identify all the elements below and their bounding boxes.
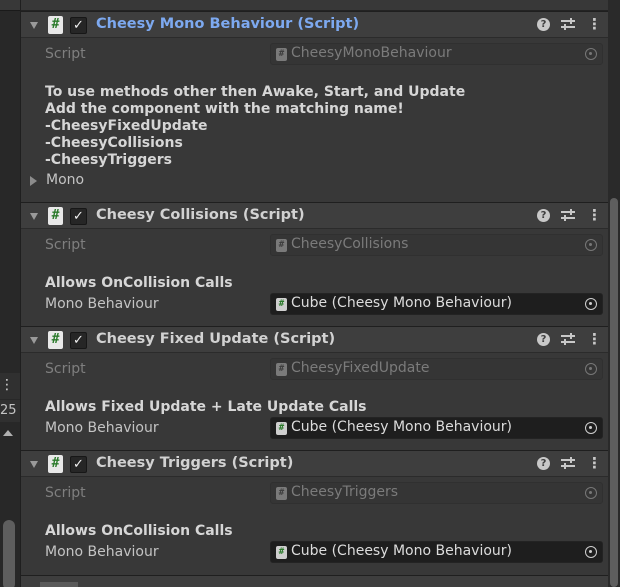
mono-behaviour-value: Cube (Cheesy Mono Behaviour) (291, 543, 512, 559)
previous-component-edge (21, 0, 609, 11)
script-value: CheesyTriggers (291, 484, 399, 500)
foldout-arrow-icon[interactable] (30, 176, 37, 186)
script-asset-icon: # (276, 546, 287, 559)
presets-icon[interactable] (561, 17, 575, 32)
mono-behaviour-field[interactable]: # Cube (Cheesy Mono Behaviour) (270, 541, 603, 563)
description-line: -CheesyFixedUpdate (45, 118, 208, 134)
fold-arrow-icon[interactable] (30, 337, 38, 344)
script-asset-icon: # (276, 422, 287, 435)
object-picker-icon[interactable] (585, 239, 597, 251)
script-asset-icon: # (276, 298, 287, 311)
script-value: CheesyMonoBehaviour (291, 45, 452, 61)
fold-arrow-icon[interactable] (30, 461, 38, 468)
script-label: Script (45, 237, 86, 253)
object-picker-icon[interactable] (585, 48, 597, 60)
script-asset-icon: # (276, 363, 287, 376)
gutter-number: 25 (0, 400, 20, 422)
gutter-menu-icon[interactable]: ⋮ (0, 373, 20, 399)
gutter-scrollbar-thumb[interactable] (3, 520, 15, 587)
script-asset-icon: # (276, 48, 287, 61)
kebab-menu-icon[interactable]: ⋮ (587, 454, 602, 473)
kebab-menu-icon[interactable]: ⋮ (587, 206, 602, 225)
mono-behaviour-label: Mono Behaviour (45, 544, 159, 560)
script-asset-icon: # (276, 239, 287, 252)
mono-behaviour-field[interactable]: # Cube (Cheesy Mono Behaviour) (270, 293, 603, 315)
component-title: Cheesy Collisions (Script) (96, 207, 305, 223)
object-picker-icon[interactable] (585, 298, 597, 310)
next-component-header-partial[interactable] (21, 575, 609, 587)
material-thumbnail (40, 582, 78, 587)
hash-icon: # (48, 16, 63, 34)
component-header-cheesy-fixed-update[interactable]: # ✓ Cheesy Fixed Update (Script) ? ⋮ (21, 326, 609, 353)
presets-icon[interactable] (561, 332, 575, 347)
hash-icon: # (48, 455, 63, 473)
enable-checkbox[interactable]: ✓ (70, 456, 87, 473)
fold-arrow-icon[interactable] (30, 22, 38, 29)
gutter-scroll-up-icon[interactable] (3, 430, 13, 436)
description-line: Allows OnCollision Calls (45, 523, 233, 539)
mono-behaviour-field[interactable]: # Cube (Cheesy Mono Behaviour) (270, 417, 603, 439)
component-title: Cheesy Fixed Update (Script) (96, 331, 336, 347)
component-header-cheesy-collisions[interactable]: # ✓ Cheesy Collisions (Script) ? ⋮ (21, 202, 609, 229)
object-picker-icon[interactable] (585, 363, 597, 375)
inspector-scrollbar[interactable] (608, 0, 620, 587)
script-field[interactable]: # CheesyCollisions (270, 234, 603, 256)
script-value: CheesyCollisions (291, 236, 409, 252)
object-picker-icon[interactable] (585, 546, 597, 558)
component-header-cheesy-mono-behaviour[interactable]: # ✓ Cheesy Mono Behaviour (Script) ? ⋮ (21, 11, 609, 38)
object-picker-icon[interactable] (585, 422, 597, 434)
component-title: Cheesy Triggers (Script) (96, 455, 294, 471)
kebab-menu-icon[interactable]: ⋮ (587, 15, 602, 34)
object-picker-icon[interactable] (585, 487, 597, 499)
inspector-panel: # ✓ Cheesy Mono Behaviour (Script) ? ⋮ S… (20, 0, 609, 587)
inspector-scrollbar-thumb[interactable] (610, 198, 618, 587)
enable-checkbox[interactable]: ✓ (70, 208, 87, 225)
help-icon[interactable]: ? (537, 18, 550, 31)
presets-icon[interactable] (561, 208, 575, 223)
description-line: -CheesyCollisions (45, 135, 183, 151)
script-asset-icon: # (276, 487, 287, 500)
enable-checkbox[interactable]: ✓ (70, 17, 87, 34)
description-line: Add the component with the matching name… (45, 101, 404, 117)
description-line: Allows OnCollision Calls (45, 275, 233, 291)
help-icon[interactable]: ? (537, 457, 550, 470)
component-header-cheesy-triggers[interactable]: # ✓ Cheesy Triggers (Script) ? ⋮ (21, 450, 609, 477)
script-field[interactable]: # CheesyFixedUpdate (270, 358, 603, 380)
help-icon[interactable]: ? (537, 209, 550, 222)
gutter-top-bar (0, 0, 20, 11)
script-field[interactable]: # CheesyTriggers (270, 482, 603, 504)
mono-behaviour-label: Mono Behaviour (45, 420, 159, 436)
fold-arrow-icon[interactable] (30, 213, 38, 220)
script-field[interactable]: # CheesyMonoBehaviour (270, 43, 603, 65)
foldout-label-mono[interactable]: Mono (46, 172, 84, 188)
enable-checkbox[interactable]: ✓ (70, 332, 87, 349)
mono-behaviour-label: Mono Behaviour (45, 296, 159, 312)
presets-icon[interactable] (561, 456, 575, 471)
left-panel-gutter: ⋮ 25 (0, 0, 20, 587)
script-label: Script (45, 361, 86, 377)
mono-behaviour-value: Cube (Cheesy Mono Behaviour) (291, 419, 512, 435)
hash-icon: # (48, 207, 63, 225)
hash-icon: # (48, 331, 63, 349)
kebab-menu-icon[interactable]: ⋮ (587, 330, 602, 349)
description-line: -CheesyTriggers (45, 152, 172, 168)
mono-behaviour-value: Cube (Cheesy Mono Behaviour) (291, 295, 512, 311)
description-line: Allows Fixed Update + Late Update Calls (45, 399, 367, 415)
script-value: CheesyFixedUpdate (291, 360, 430, 376)
component-title: Cheesy Mono Behaviour (Script) (96, 16, 360, 32)
help-icon[interactable]: ? (537, 333, 550, 346)
script-label: Script (45, 46, 86, 62)
description-line: To use methods other then Awake, Start, … (45, 84, 466, 100)
script-label: Script (45, 485, 86, 501)
